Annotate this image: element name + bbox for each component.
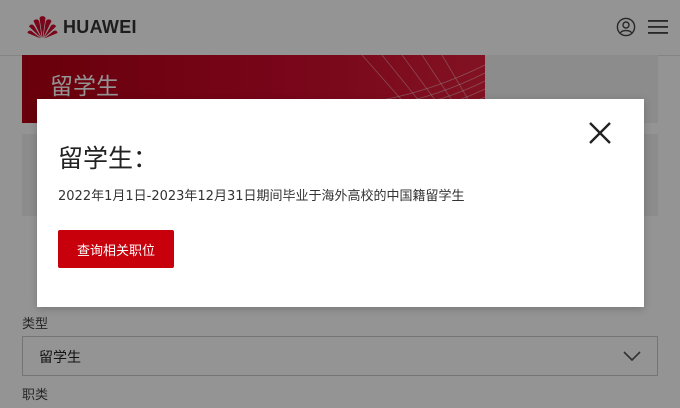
modal-title: 留学生：	[58, 144, 159, 173]
modal-description: 2022年1月1日-2023年12月31日期间毕业于海外高校的中国籍留学生	[58, 189, 465, 204]
close-icon[interactable]	[588, 121, 612, 145]
search-related-positions-button[interactable]: 查询相关职位	[58, 230, 174, 268]
info-modal: 留学生： 2022年1月1日-2023年12月31日期间毕业于海外高校的中国籍留…	[37, 99, 644, 307]
